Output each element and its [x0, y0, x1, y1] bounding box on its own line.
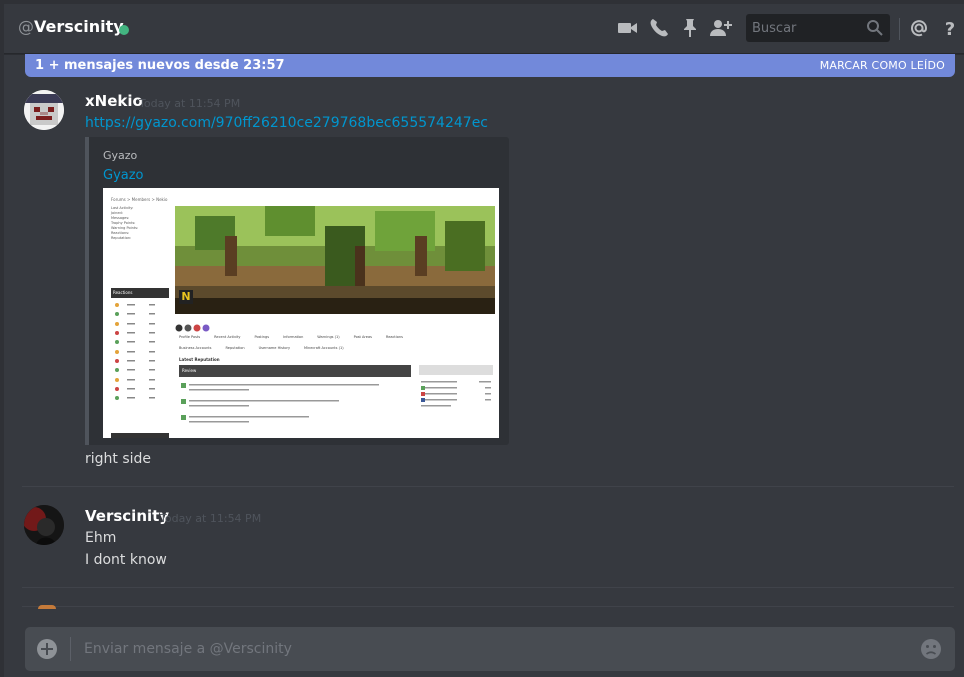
- embed-profile-banner: N: [175, 206, 495, 314]
- message-timestamp: Today at 11:54 PM: [139, 97, 241, 110]
- mention-icon[interactable]: [907, 16, 931, 40]
- new-messages-bar[interactable]: 1 + mensajes nuevos desde 23:57 MARCAR C…: [25, 54, 955, 77]
- message-link[interactable]: https://gyazo.com/970ff26210ce279768bec6…: [85, 115, 488, 131]
- header-divider: [899, 18, 900, 40]
- embed-tab: Minecraft Accounts (1): [304, 346, 344, 350]
- message-composer: [25, 627, 955, 671]
- svg-text:?: ?: [945, 19, 955, 40]
- video-call-icon[interactable]: [616, 16, 640, 40]
- add-friend-icon[interactable]: [709, 16, 733, 40]
- search-icon[interactable]: [866, 19, 884, 41]
- embed-tab: Reactions: [385, 335, 403, 339]
- app-window: @ Verscinity ? 1 + mensajes: [4, 4, 964, 677]
- embed-tab: Warnings (1): [317, 335, 340, 339]
- embed-tab: Profile Posts: [179, 335, 201, 339]
- message-input[interactable]: [82, 627, 906, 671]
- message-author[interactable]: Verscinity: [85, 507, 169, 525]
- message-author[interactable]: xNekio: [85, 92, 143, 110]
- avatar[interactable]: [24, 90, 64, 130]
- avatar[interactable]: [24, 505, 64, 545]
- embed-tab: Username History: [258, 346, 291, 350]
- embed-sidebar-footer: [111, 433, 169, 438]
- embed-tab: Business Accounts: [179, 346, 212, 350]
- embed-tabs-row-1: Profile Posts Recent Activity Postings I…: [179, 335, 479, 339]
- embed-latest-reputation: Latest Reputation: [179, 357, 220, 362]
- online-status-indicator: [119, 25, 129, 35]
- embed-title-link[interactable]: Gyazo: [103, 168, 144, 183]
- embed-profile-initial: N: [179, 290, 193, 304]
- embed-review-header: Review: [179, 365, 411, 377]
- search-input[interactable]: [746, 14, 874, 42]
- channel-name[interactable]: Verscinity: [34, 17, 124, 36]
- channel-header: @ Verscinity ?: [4, 4, 964, 54]
- message-timestamp: Today at 11:54 PM: [160, 512, 262, 525]
- embed-stat: Reputation:: [111, 236, 132, 240]
- link-embed: Gyazo Gyazo Forums > Members > Nekio Las…: [85, 137, 509, 445]
- upload-plus-icon[interactable]: [37, 639, 57, 659]
- embed-tab: Postings: [254, 335, 270, 339]
- embed-review-list: [179, 381, 411, 436]
- mark-as-read-button[interactable]: MARCAR COMO LEÍDO: [820, 59, 945, 72]
- search-box[interactable]: [746, 14, 890, 42]
- embed-image[interactable]: Forums > Members > Nekio Last Activity: …: [103, 188, 499, 438]
- message-divider: [22, 486, 954, 487]
- embed-tab: Information: [283, 335, 304, 339]
- message-divider: [22, 606, 954, 607]
- message-divider: [22, 587, 954, 588]
- voice-call-icon[interactable]: [647, 16, 671, 40]
- at-symbol: @: [18, 17, 34, 36]
- embed-tab: Post Areas: [353, 335, 372, 339]
- embed-tab: Reputation: [225, 346, 245, 350]
- partial-avatar: [38, 605, 56, 609]
- message-text: I dont know: [85, 552, 167, 568]
- embed-tabs-row-2: Business Accounts Reputation Username Hi…: [179, 346, 479, 350]
- embed-provider: Gyazo: [103, 149, 138, 162]
- message-text: Ehm: [85, 530, 117, 546]
- embed-sidebar-title: Reactions: [111, 288, 169, 298]
- embed-tab: Recent Activity: [214, 335, 241, 339]
- composer-divider: [70, 637, 71, 661]
- help-icon[interactable]: ?: [938, 16, 962, 40]
- embed-reactions-list: [111, 300, 169, 410]
- pin-icon[interactable]: [678, 16, 702, 40]
- embed-breadcrumb: Forums > Members > Nekio: [111, 197, 168, 202]
- emoji-icon[interactable]: [920, 638, 942, 660]
- embed-stats-panel: Last Activity: Joined: Messages: Trophy …: [111, 206, 169, 288]
- new-messages-text: 1 + mensajes nuevos desde 23:57: [35, 58, 285, 73]
- message-text: right side: [85, 451, 152, 467]
- embed-reputation-stats: [419, 365, 493, 425]
